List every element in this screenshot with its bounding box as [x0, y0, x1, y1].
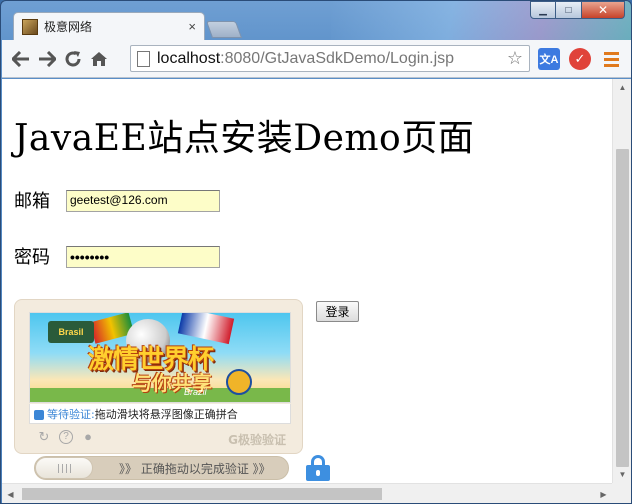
tab-title: 极意网络 [44, 20, 93, 34]
geetest-logo: G极验验证 [228, 433, 286, 447]
email-label: 邮箱 [14, 191, 50, 212]
small-lock-icon [34, 409, 44, 420]
menu-icon[interactable] [600, 48, 622, 70]
horizontal-scroll-thumb[interactable] [22, 488, 382, 500]
window-controls: ▁ □ ✕ [530, 1, 625, 19]
browser-tab[interactable]: 极意网络 × [13, 12, 205, 40]
browser-toolbar: localhost:8080/GtJavaSdkDemo/Login.jsp ☆… [2, 40, 631, 78]
lock-icon [306, 455, 330, 481]
feedback-icon[interactable]: ● [81, 430, 95, 444]
home-icon [91, 51, 107, 66]
reload-button[interactable] [60, 46, 86, 72]
close-window-button[interactable]: ✕ [582, 1, 625, 19]
status-wait: 等待验证: [47, 407, 95, 421]
captcha-widget: Brasil 激情世界杯 与你共享 Brazil 等待验证: 拖动滑块将悬浮图像… [14, 299, 303, 454]
scroll-down-icon[interactable]: ▼ [613, 466, 631, 483]
forward-button[interactable] [34, 46, 60, 72]
back-button[interactable] [8, 46, 34, 72]
captcha-status: 等待验证: 拖动滑块将悬浮图像正确拼合 [29, 404, 291, 424]
vertical-scrollbar[interactable]: ▲ ▼ [612, 79, 631, 483]
page-icon [137, 50, 150, 67]
email-field[interactable]: geetest@126.com [66, 190, 220, 212]
mascot-icon [226, 369, 252, 395]
check-extension-icon[interactable]: ✓ [569, 48, 591, 70]
home-button[interactable] [86, 46, 112, 72]
captcha-slider-handle[interactable] [35, 457, 93, 479]
vertical-scroll-thumb[interactable] [616, 149, 629, 467]
captcha-tools: ↻ ? ● [37, 430, 95, 444]
scroll-right-icon[interactable]: ▶ [595, 484, 612, 503]
login-button[interactable]: 登录 [316, 301, 359, 322]
arrow-right-icon [39, 50, 56, 67]
page-content: JavaEE站点安装Demo页面 邮箱 geetest@126.com 密码 •… [2, 79, 612, 483]
horizontal-scrollbar[interactable]: ◀ ▶ [2, 483, 612, 503]
favicon-icon [22, 18, 38, 35]
captcha-image: Brasil 激情世界杯 与你共享 Brazil [29, 312, 291, 403]
translate-extension-icon[interactable]: 文A [538, 48, 560, 70]
password-field[interactable]: •••••••• [66, 246, 220, 268]
password-label: 密码 [14, 247, 50, 268]
address-bar[interactable]: localhost:8080/GtJavaSdkDemo/Login.jsp ☆ [130, 45, 530, 72]
page-title: JavaEE站点安装Demo页面 [14, 118, 475, 159]
help-icon[interactable]: ? [59, 430, 73, 444]
browser-window: ▁ □ ✕ 极意网络 × localhost:8080/GtJavaSdkDem… [0, 0, 632, 504]
maximize-button[interactable]: □ [556, 1, 582, 19]
scroll-corner [612, 483, 631, 503]
captcha-badge: Brazil [184, 387, 207, 397]
minimize-button[interactable]: ▁ [530, 1, 556, 19]
bookmark-star-icon[interactable]: ☆ [507, 48, 523, 69]
url-text[interactable]: localhost:8080/GtJavaSdkDemo/Login.jsp [157, 50, 454, 68]
tab-close-icon[interactable]: × [188, 19, 196, 34]
captcha-slider-track: 》》 正确拖动以完成验证 》》 [34, 456, 289, 480]
refresh-icon[interactable]: ↻ [37, 430, 51, 444]
scroll-up-icon[interactable]: ▲ [613, 79, 631, 96]
reload-icon [65, 50, 81, 66]
scroll-left-icon[interactable]: ◀ [2, 484, 19, 503]
status-tip: 拖动滑块将悬浮图像正确拼合 [94, 407, 238, 421]
new-tab-button[interactable] [205, 21, 243, 38]
arrow-left-icon [12, 50, 29, 67]
slider-hint: 》》 正确拖动以完成验证 》》 [119, 462, 271, 476]
